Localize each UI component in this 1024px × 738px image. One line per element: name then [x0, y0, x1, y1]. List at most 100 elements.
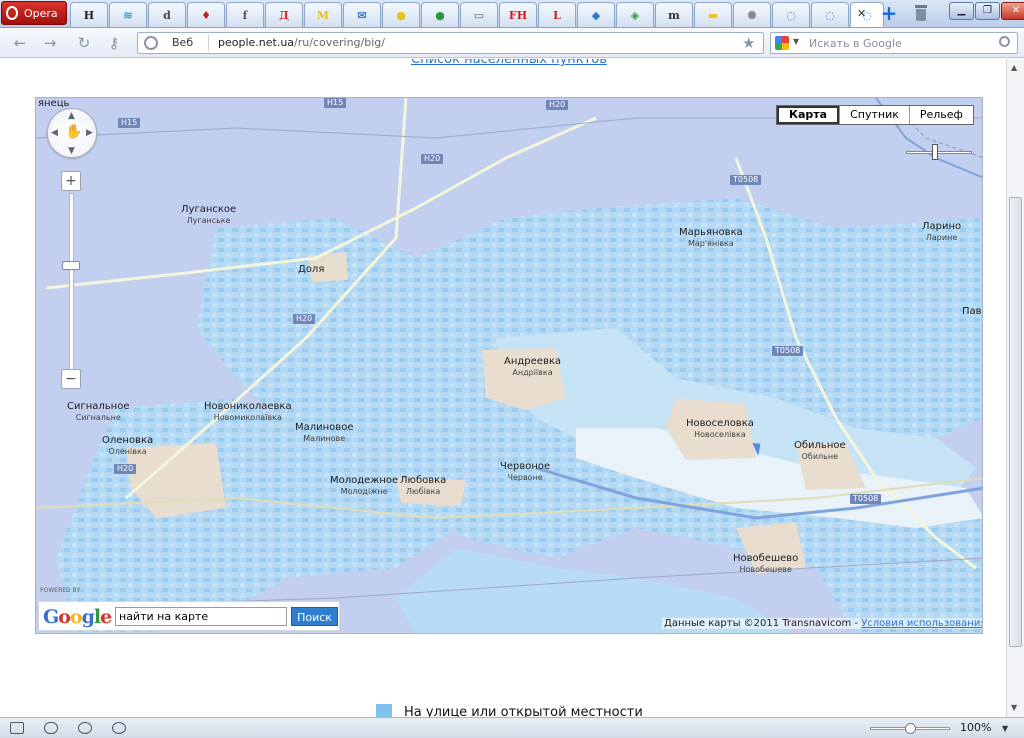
place-label[interactable]: Новоселовка Новоселівка	[686, 418, 754, 440]
chevron-down-icon[interactable]: ▼	[793, 37, 799, 46]
place-label[interactable]: Андреевка Андріївка	[504, 356, 561, 378]
place-label[interactable]: Доля	[298, 264, 324, 275]
search-field[interactable]: ▼ Искать в Google	[770, 32, 1018, 54]
place-label[interactable]: Червоное Червоне	[500, 461, 550, 483]
browser-tab[interactable]: H	[70, 2, 108, 27]
browser-tab[interactable]: ◌	[811, 2, 849, 27]
browser-tab[interactable]: FH	[499, 2, 537, 27]
browser-tab[interactable]: ◆	[577, 2, 615, 27]
browser-tab[interactable]: ●	[382, 2, 420, 27]
place-label[interactable]: Ларино Ларине	[922, 221, 961, 243]
place-label[interactable]: Любовка Любівка	[400, 475, 446, 497]
terms-link[interactable]: Условия использования	[861, 618, 982, 629]
google-icon[interactable]	[775, 36, 789, 50]
opera-menu-button[interactable]: Opera	[1, 1, 67, 25]
hand-icon: ✋	[65, 124, 83, 140]
coverage-map[interactable]: янець Пав Луганское Луганське Доля Марьян…	[35, 97, 983, 634]
search-icon[interactable]	[999, 36, 1010, 47]
bookmark-star-icon[interactable]: ★	[742, 34, 755, 52]
panel-toggle-icon[interactable]	[10, 722, 24, 734]
place-label[interactable]: Луганское Луганське	[181, 204, 236, 226]
scroll-up-icon[interactable]: ▲	[1011, 63, 1017, 72]
place-label[interactable]: Марьяновка Мар'янівка	[679, 227, 743, 249]
map-attribution: Данные карты ©2011 Transnavicom - Услови…	[662, 618, 982, 629]
place-label[interactable]: Обильное Обильне	[794, 440, 846, 462]
map-type-satellite[interactable]: Спутник	[839, 106, 909, 124]
browser-tab[interactable]: ◌	[772, 2, 810, 27]
road-shield: T0508	[850, 494, 882, 504]
map-search-button[interactable]: Поиск	[291, 607, 338, 626]
speed-dial-icon[interactable]	[112, 722, 126, 734]
new-tab-button[interactable]: +	[880, 3, 898, 23]
pan-right-icon[interactable]: ▶	[86, 128, 93, 138]
zoom-handle[interactable]	[62, 261, 80, 270]
tab-close-icon[interactable]: ✕	[857, 7, 866, 20]
road-shield: H20	[421, 154, 444, 164]
unite-icon[interactable]	[78, 722, 92, 734]
vertical-scrollbar[interactable]: ▲ ▼	[1006, 59, 1024, 717]
browser-tab[interactable]: ▭	[460, 2, 498, 27]
road-shield: H15	[118, 118, 141, 128]
place-label[interactable]: Новониколаевка Новомиколаївка	[204, 401, 292, 423]
browser-tab[interactable]: m	[655, 2, 693, 27]
scrollbar-thumb[interactable]	[1009, 197, 1022, 647]
scroll-down-icon[interactable]: ▼	[1011, 703, 1017, 712]
browser-tab[interactable]: ◌	[850, 2, 884, 27]
forward-icon[interactable]: →	[42, 35, 58, 51]
tab-favicon-icon: ≋	[123, 8, 133, 22]
zoom-rail[interactable]	[69, 193, 74, 371]
address-bar[interactable]: Веб people.net.ua/ru/covering/big/ ★	[137, 32, 764, 54]
browser-tab[interactable]: M	[304, 2, 342, 27]
trash-icon[interactable]	[913, 5, 929, 22]
pan-control[interactable]: ▲ ▼ ◀ ▶ ✋	[47, 108, 97, 158]
zoom-out-button[interactable]: −	[61, 369, 81, 389]
back-icon[interactable]: ←	[12, 35, 28, 51]
close-window-button[interactable]: ✕	[1001, 2, 1024, 20]
browser-tab[interactable]: d	[148, 2, 186, 27]
browser-tab[interactable]: f	[226, 2, 264, 27]
maximize-button[interactable]: ❐	[975, 2, 1000, 20]
pan-down-icon[interactable]: ▼	[68, 146, 75, 156]
coverage-legend: На улице или открытой местности	[376, 704, 643, 717]
slider-handle[interactable]	[932, 144, 938, 160]
overlay-opacity-slider[interactable]	[906, 144, 972, 160]
map-type-relief[interactable]: Рельеф	[908, 106, 973, 124]
minimize-button[interactable]: ▁	[949, 2, 974, 20]
browser-tab[interactable]: ●	[421, 2, 459, 27]
settlements-list-link[interactable]: Список населенных пунктов	[411, 59, 607, 67]
tab-bar: Opera H ≋ d ♦ f Д M ✉ ● ● ▭ FH L ◆ ◈ m ▬ ✺ ◌ ◌ ◌ ✕ + ▁ ❐ ✕	[0, 0, 1024, 28]
place-label[interactable]: Новобешево Новобешеве	[733, 553, 798, 575]
page-zoom-level[interactable]: 100%	[960, 721, 991, 734]
pan-up-icon[interactable]: ▲	[68, 111, 75, 121]
tab-favicon-icon: M	[316, 8, 330, 22]
pan-left-icon[interactable]: ◀	[51, 128, 58, 138]
map-search-input[interactable]	[115, 607, 287, 626]
place-label[interactable]: Малиновое Малинове	[295, 422, 353, 444]
place-label[interactable]: Молодежное Молодіжне	[330, 475, 398, 497]
map-type-map[interactable]: Карта	[777, 106, 840, 124]
browser-tab[interactable]: L	[538, 2, 576, 27]
browser-tab[interactable]: Д	[265, 2, 303, 27]
browser-tab[interactable]: ✉	[343, 2, 381, 27]
map-edge-label: Пав	[962, 306, 982, 317]
map-type-selector: Карта Спутник Рельеф	[776, 105, 974, 125]
place-label[interactable]: Сигнальное Сигнальне	[67, 401, 130, 423]
page-zoom-slider[interactable]	[870, 723, 950, 734]
tab-favicon-icon: ◆	[591, 8, 601, 22]
browser-tab[interactable]: ▬	[694, 2, 732, 27]
key-icon[interactable]: ⚷	[106, 35, 122, 51]
cloud-icon[interactable]	[44, 722, 58, 734]
reload-icon[interactable]: ↻	[76, 35, 92, 51]
address-url[interactable]: people.net.ua/ru/covering/big/	[218, 36, 385, 49]
browser-tab[interactable]: ◈	[616, 2, 654, 27]
tab-favicon-icon: ◈	[630, 8, 640, 22]
chevron-down-icon[interactable]: ▼	[1002, 724, 1008, 733]
zoom-in-button[interactable]: +	[61, 171, 81, 191]
slider-handle[interactable]	[905, 723, 916, 734]
browser-tab[interactable]: ✺	[733, 2, 771, 27]
powered-by-label: POWERED BY	[40, 587, 81, 594]
browser-tab[interactable]: ♦	[187, 2, 225, 27]
place-label[interactable]: Оленовка Оленівка	[102, 435, 153, 457]
browser-tab[interactable]: ≋	[109, 2, 147, 27]
tab-favicon-icon: Д	[279, 8, 289, 22]
